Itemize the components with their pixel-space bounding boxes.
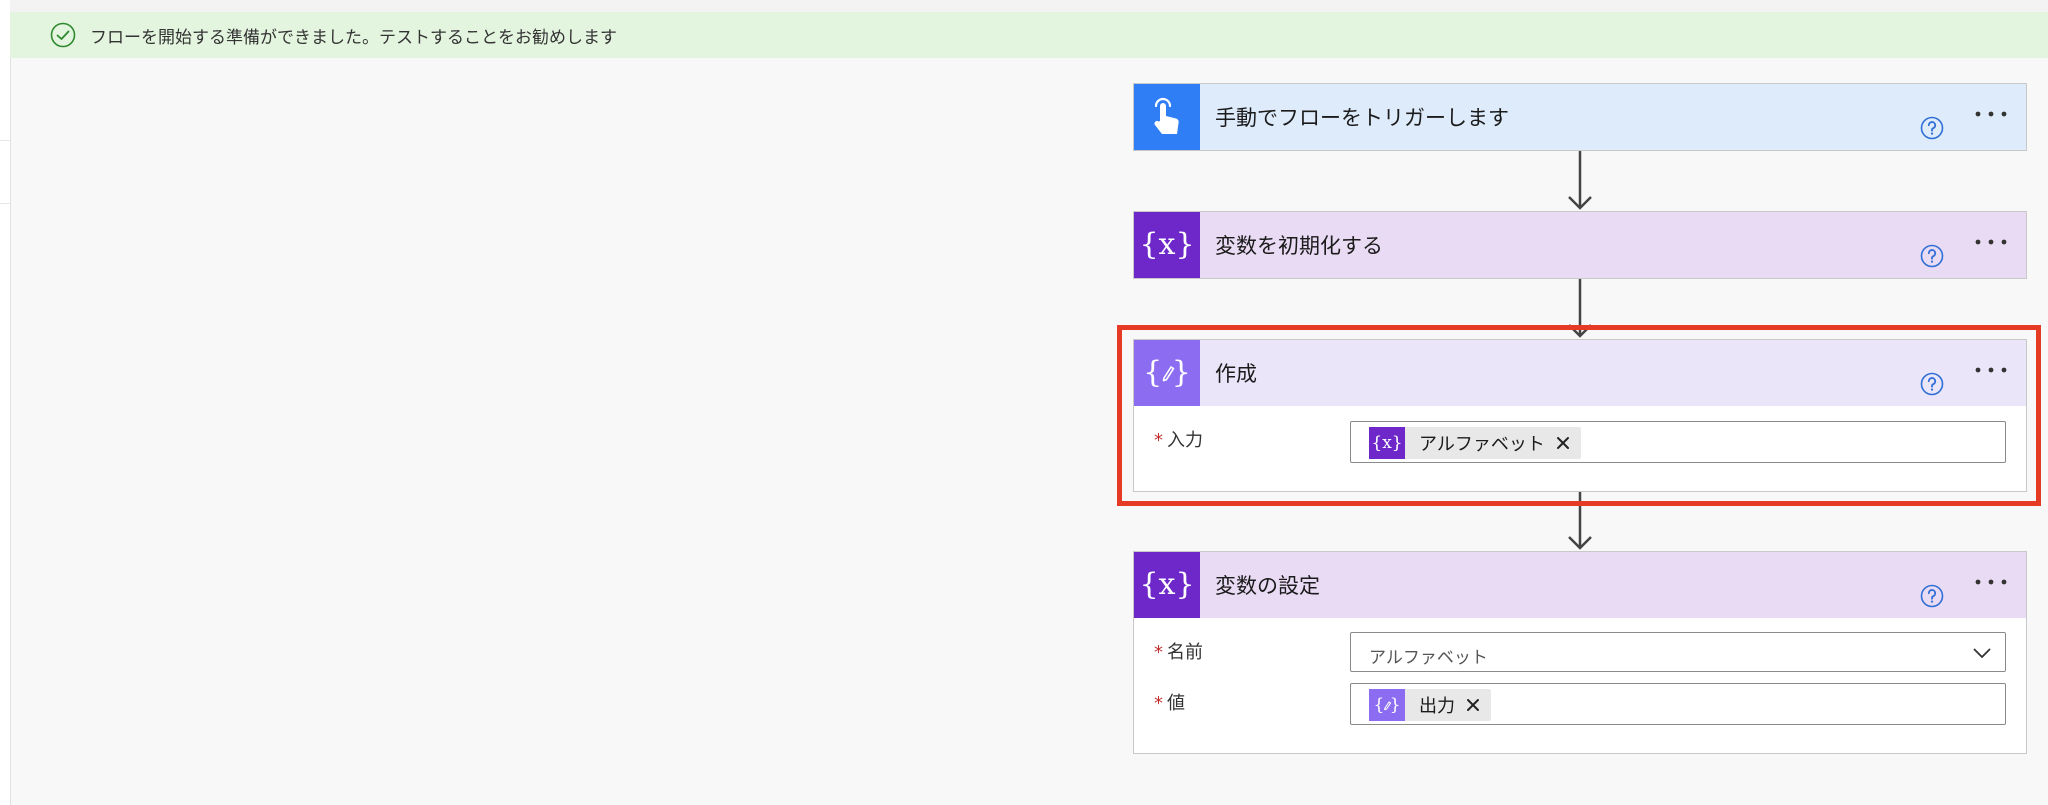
connector-arrow <box>1568 492 1592 551</box>
dynamic-content-token[interactable]: { } 出力 <box>1369 689 1491 721</box>
step-card-init-variable[interactable]: {x} 変数を初期化する <box>1133 211 2027 279</box>
svg-text:{x}: {x} <box>1141 567 1193 602</box>
name-label-text: 名前 <box>1167 642 1203 663</box>
connector-arrow <box>1568 151 1592 211</box>
value-label-text: 値 <box>1167 693 1185 714</box>
close-icon[interactable] <box>1555 435 1571 451</box>
required-marker: * <box>1154 430 1163 451</box>
step-header[interactable]: { } 作成 <box>1134 340 2026 406</box>
more-options-icon[interactable] <box>1974 106 2008 122</box>
step-title: 手動でフローをトリガーします <box>1215 106 1509 130</box>
step-card-compose[interactable]: { } 作成 * 入力 {x} アルファベット <box>1133 339 2027 492</box>
variable-name-select[interactable]: アルファベット <box>1350 632 2006 672</box>
top-strip <box>10 0 2048 12</box>
step-card-trigger[interactable]: 手動でフローをトリガーします <box>1133 83 2027 151</box>
token-label: アルファベット <box>1419 434 1545 455</box>
connector-arrow <box>1568 279 1592 339</box>
ready-banner: フローを開始する準備ができました。テストすることをお勧めします <box>10 12 2048 58</box>
help-icon[interactable] <box>1920 584 1944 608</box>
step-header[interactable]: 手動でフローをトリガーします <box>1134 84 2026 150</box>
more-options-icon[interactable] <box>1974 574 2008 590</box>
required-marker: * <box>1154 642 1163 663</box>
name-label: * 名前 <box>1154 638 1203 664</box>
dynamic-content-token[interactable]: {x} アルファベット <box>1369 427 1581 459</box>
svg-text:{x}: {x} <box>1372 433 1402 453</box>
compose-icon: { } <box>1134 340 1200 406</box>
step-header[interactable]: {x} 変数を初期化する <box>1134 212 2026 278</box>
step-card-set-variable[interactable]: {x} 変数の設定 * 名前 アルファベット * 値 { } 出力 <box>1133 551 2027 754</box>
help-icon[interactable] <box>1920 244 1944 268</box>
touch-hand-icon <box>1134 84 1200 150</box>
help-icon[interactable] <box>1920 372 1944 396</box>
value-field[interactable]: { } 出力 <box>1350 683 2006 725</box>
more-options-icon[interactable] <box>1974 234 2008 250</box>
check-circle-icon <box>50 22 76 48</box>
compose-icon: { } <box>1369 689 1405 721</box>
input-field[interactable]: {x} アルファベット <box>1350 421 2006 463</box>
left-panel-edge <box>0 0 11 805</box>
variable-icon: {x} <box>1369 427 1405 459</box>
input-label: * 入力 <box>1154 426 1203 452</box>
token-label: 出力 <box>1419 696 1455 717</box>
variable-icon: {x} <box>1134 552 1200 618</box>
close-icon[interactable] <box>1465 697 1481 713</box>
chevron-down-icon[interactable] <box>1973 647 1991 659</box>
step-title: 作成 <box>1215 362 1257 386</box>
left-panel-notch <box>0 140 10 204</box>
step-title: 変数を初期化する <box>1215 234 1383 258</box>
more-options-icon[interactable] <box>1974 362 2008 378</box>
value-label: * 値 <box>1154 689 1185 715</box>
step-title: 変数の設定 <box>1215 574 1320 598</box>
variable-icon: {x} <box>1134 212 1200 278</box>
svg-text:{x}: {x} <box>1141 227 1193 262</box>
select-value: アルファベット <box>1369 648 1488 668</box>
required-marker: * <box>1154 693 1163 714</box>
help-icon[interactable] <box>1920 116 1944 140</box>
banner-message: フローを開始する準備ができました。テストすることをお勧めします <box>90 27 617 48</box>
input-label-text: 入力 <box>1167 430 1203 451</box>
step-header[interactable]: {x} 変数の設定 <box>1134 552 2026 618</box>
